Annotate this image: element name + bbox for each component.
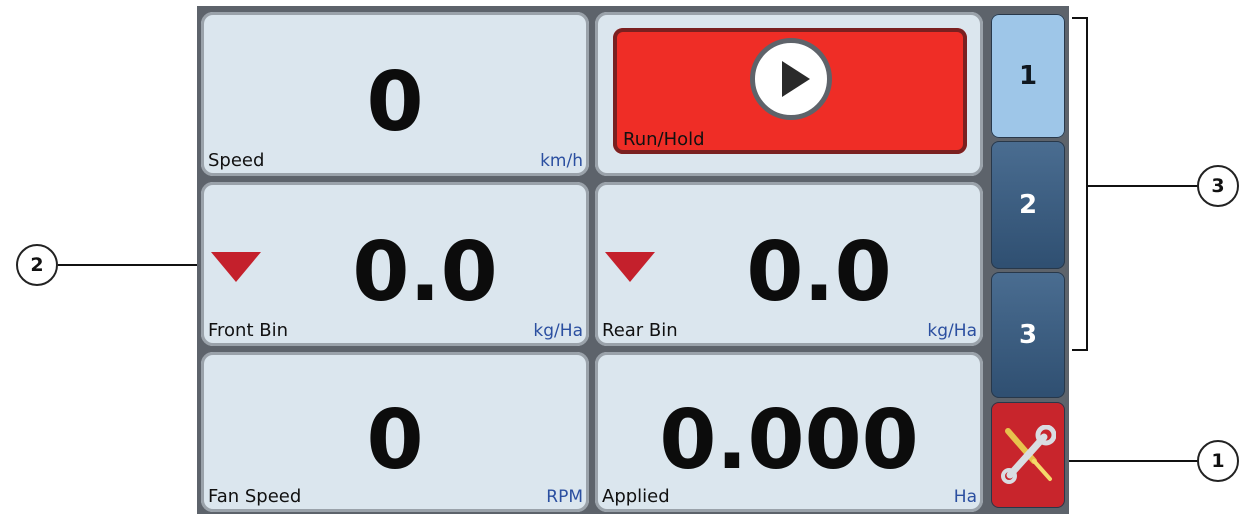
page-tab-3[interactable]: 3 [991, 272, 1065, 398]
front-bin-label: Front Bin [208, 320, 289, 341]
front-bin-unit: kg/Ha [533, 321, 583, 341]
rear-bin-value: 0.0 [746, 225, 892, 320]
page-tab-1[interactable]: 1 [991, 14, 1065, 138]
page-tab-2[interactable]: 2 [991, 141, 1065, 269]
bracket-vertical [1086, 17, 1088, 350]
settings-tools-button[interactable] [991, 402, 1065, 508]
rear-bin-label: Rear Bin [602, 320, 678, 341]
callout-2-leader [58, 264, 197, 266]
front-bin-value: 0.0 [352, 225, 498, 320]
fan-speed-value: 0 [366, 393, 424, 488]
run-hold-button[interactable]: Run/Hold [613, 28, 967, 154]
decrease-arrow-icon[interactable] [605, 252, 655, 282]
speed-label: Speed [208, 150, 265, 171]
fan-speed-tile[interactable]: 0 Fan Speed RPM [201, 352, 589, 512]
play-icon [750, 38, 832, 120]
wrench-screwdriver-icon [1001, 425, 1056, 484]
fan-speed-label: Fan Speed [208, 486, 302, 507]
console-panel: 0 Speed km/h Run/Hold 0.0 Front Bin kg/H… [197, 6, 1069, 514]
decrease-arrow-icon[interactable] [211, 252, 261, 282]
applied-tile[interactable]: 0.000 Applied Ha [595, 352, 983, 512]
bracket-bottom [1072, 349, 1088, 351]
applied-unit: Ha [953, 487, 977, 507]
run-hold-tile: Run/Hold [595, 12, 983, 176]
speed-value: 0 [366, 55, 424, 150]
front-bin-tile[interactable]: 0.0 Front Bin kg/Ha [201, 182, 589, 346]
callout-3: 3 [1197, 165, 1239, 207]
rear-bin-tile[interactable]: 0.0 Rear Bin kg/Ha [595, 182, 983, 346]
run-hold-label: Run/Hold [623, 129, 705, 150]
applied-value: 0.000 [659, 393, 919, 488]
callout-3-leader [1088, 185, 1198, 187]
callout-1: 1 [1197, 440, 1239, 482]
callout-1-leader [1069, 460, 1198, 462]
speed-tile[interactable]: 0 Speed km/h [201, 12, 589, 176]
applied-label: Applied [602, 486, 670, 507]
speed-unit: km/h [540, 151, 583, 171]
fan-speed-unit: RPM [546, 487, 583, 507]
rear-bin-unit: kg/Ha [927, 321, 977, 341]
callout-2: 2 [16, 244, 58, 286]
